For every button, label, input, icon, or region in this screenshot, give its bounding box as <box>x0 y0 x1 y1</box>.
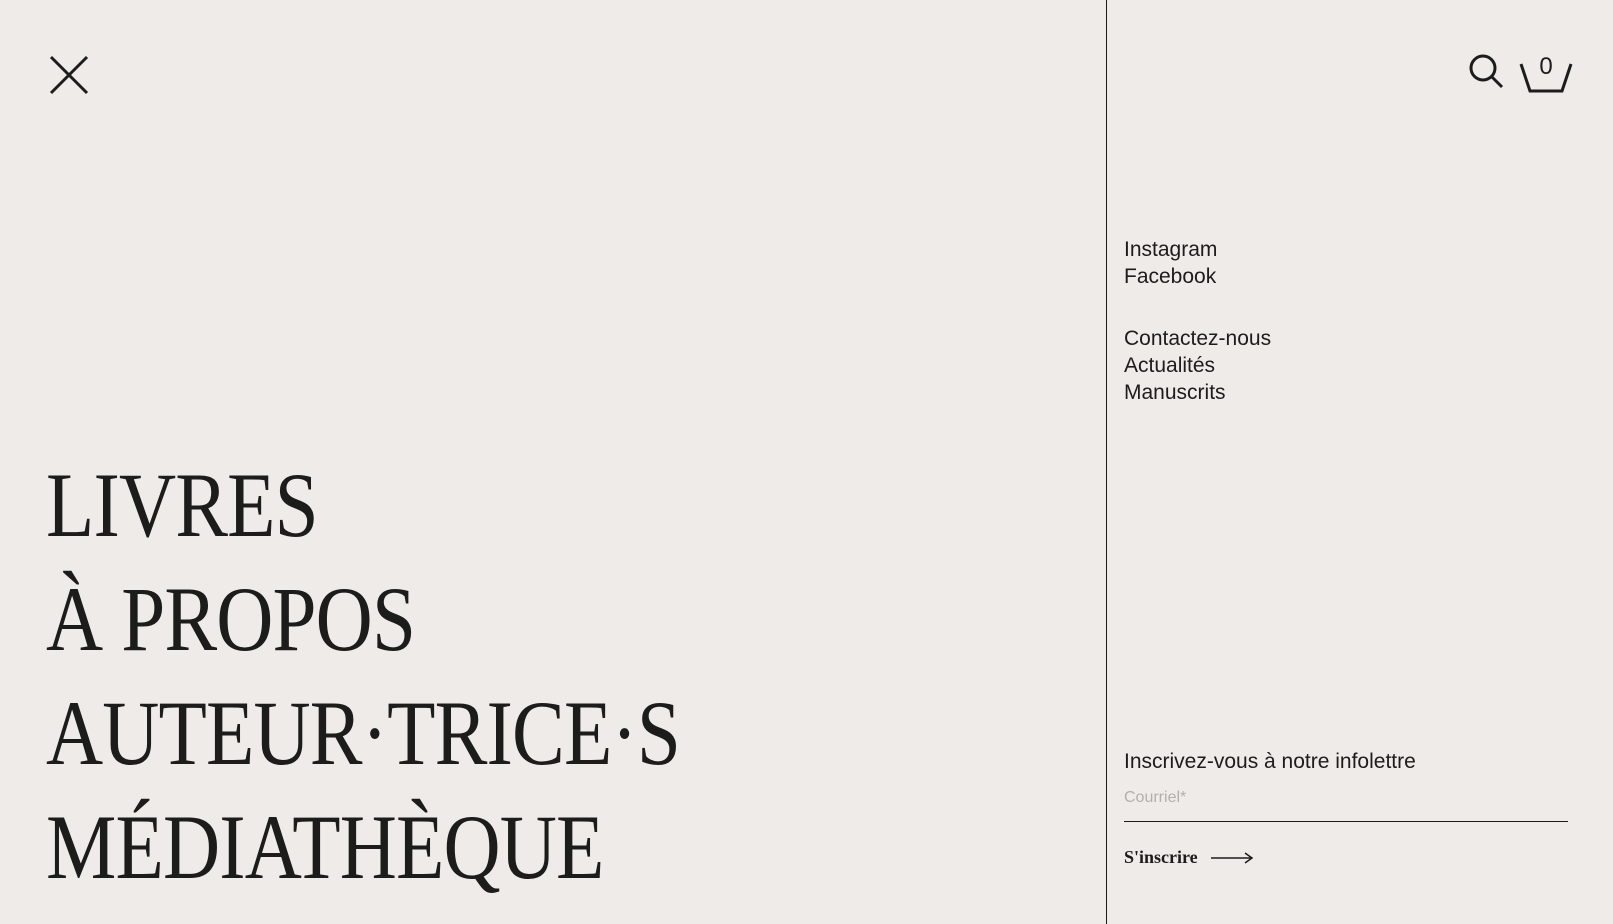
close-icon <box>49 55 89 95</box>
subscribe-label: S'inscrire <box>1124 847 1198 867</box>
close-menu-button[interactable] <box>46 52 92 98</box>
newsletter-title: Inscrivez-vous à notre infolettre <box>1124 750 1416 773</box>
search-icon <box>1469 54 1504 89</box>
main-nav-item-a-propos[interactable]: À PROPOS <box>46 562 680 676</box>
main-menu-panel: LIVRES À PROPOS AUTEUR·TRICE·S MÉDIATHÈQ… <box>0 0 1106 924</box>
link-facebook[interactable]: Facebook <box>1124 263 1217 290</box>
email-field[interactable] <box>1124 789 1568 822</box>
link-instagram[interactable]: Instagram <box>1124 236 1217 263</box>
link-actualites[interactable]: Actualités <box>1124 352 1271 379</box>
cart-button[interactable]: 0 <box>1519 52 1573 94</box>
cart-count: 0 <box>1539 52 1553 80</box>
main-nav-item-mediatheque[interactable]: MÉDIATHÈQUE <box>46 790 680 904</box>
newsletter-form: Inscrivez-vous à notre infolettre S'insc… <box>1124 748 1568 868</box>
main-nav: LIVRES À PROPOS AUTEUR·TRICE·S MÉDIATHÈQ… <box>46 448 783 904</box>
search-button[interactable] <box>1467 52 1505 95</box>
header-icons: 0 <box>1467 52 1573 95</box>
arrow-right-icon <box>1210 851 1253 864</box>
subscribe-button[interactable]: S'inscrire <box>1124 847 1568 868</box>
main-nav-item-auteurs[interactable]: AUTEUR·TRICE·S <box>46 676 681 790</box>
main-nav-item-livres[interactable]: LIVRES <box>46 448 680 562</box>
link-manuscrits[interactable]: Manuscrits <box>1124 379 1271 406</box>
link-contact[interactable]: Contactez-nous <box>1124 325 1271 352</box>
secondary-panel: 0 Instagram Facebook Contactez-nous Actu… <box>1107 0 1613 924</box>
social-links: Instagram Facebook <box>1124 236 1217 290</box>
info-links: Contactez-nous Actualités Manuscrits <box>1124 325 1271 406</box>
